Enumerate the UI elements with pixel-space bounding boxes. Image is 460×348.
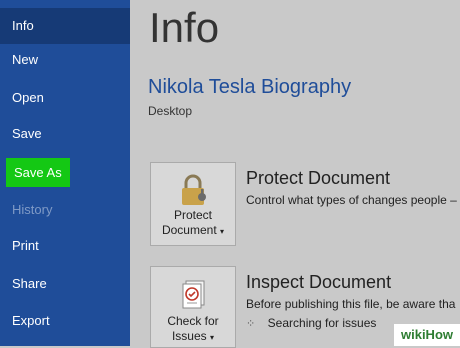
nav-info-label: Info — [12, 18, 34, 33]
inspect-caption-line2: Issues — [171, 329, 207, 343]
nav-open-label: Open — [12, 90, 44, 105]
spinner-icon: ⁘ — [246, 318, 256, 330]
nav-save-as[interactable]: Save As — [0, 155, 130, 191]
inspect-status: ⁘ Searching for issues — [246, 314, 376, 332]
nav-new[interactable]: New — [0, 42, 130, 78]
caret-down-icon: ▾ — [210, 333, 215, 342]
inspect-caption-line1: Check for — [167, 314, 219, 328]
nav-history: History — [0, 192, 130, 228]
check-document-icon — [182, 280, 205, 309]
page-title: Info — [149, 4, 220, 51]
protect-caption-line2: Document — [161, 223, 217, 237]
nav-share-label: Share — [12, 276, 47, 291]
nav-print-label: Print — [12, 238, 39, 253]
nav-history-label: History — [12, 202, 53, 217]
check-for-issues-button[interactable]: Check for Issues ▾ — [150, 266, 236, 348]
document-location: Desktop — [148, 104, 193, 118]
nav-export[interactable]: Export — [0, 303, 130, 339]
protect-document-heading: Protect Document — [246, 168, 391, 188]
backstage-sidebar: Info New Open Save Save As History Print… — [0, 0, 130, 346]
caret-down-icon: ▾ — [220, 227, 225, 236]
inspect-document-heading: Inspect Document — [246, 272, 392, 292]
wikihow-watermark: wikiHow — [394, 324, 460, 346]
protect-document-button[interactable]: Protect Document ▾ — [150, 162, 236, 246]
protect-document-caption: Protect Document ▾ — [151, 208, 235, 239]
info-pane: Info Nikola Tesla Biography Desktop Prot… — [130, 0, 460, 348]
nav-new-label: New — [12, 52, 39, 67]
check-for-issues-caption: Check for Issues ▾ — [151, 314, 235, 345]
nav-print[interactable]: Print — [0, 228, 130, 264]
lock-key-icon — [182, 174, 206, 205]
nav-save-label: Save — [12, 126, 42, 141]
protect-document-desc: Control what types of changes people – — [246, 193, 457, 207]
nav-save[interactable]: Save — [0, 116, 130, 152]
nav-export-label: Export — [12, 313, 50, 328]
nav-save-as-label: Save As — [6, 158, 70, 187]
inspect-status-text: Searching for issues — [267, 316, 377, 330]
nav-share[interactable]: Share — [0, 266, 130, 302]
nav-info[interactable]: Info — [0, 8, 130, 44]
document-name: Nikola Tesla Biography — [148, 76, 352, 98]
wikihow-watermark-text: wikiHow — [400, 327, 453, 342]
nav-open[interactable]: Open — [0, 80, 130, 116]
protect-caption-line1: Protect — [173, 208, 212, 222]
inspect-document-desc: Before publishing this file, be aware th… — [246, 297, 456, 311]
